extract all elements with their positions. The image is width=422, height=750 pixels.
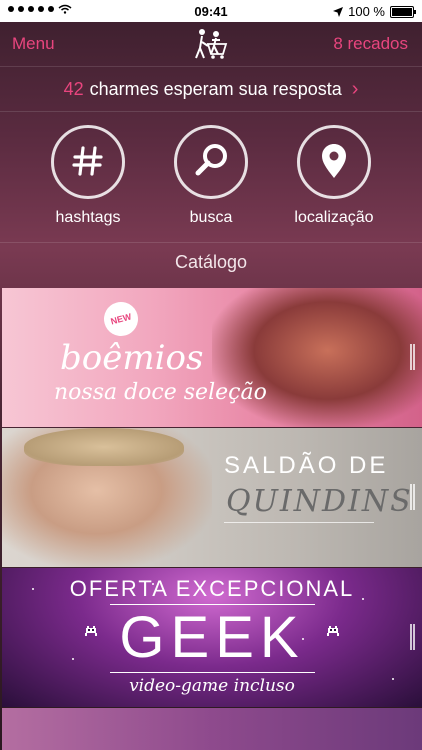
space-invader-icon <box>85 626 97 636</box>
banner-subtitle: QUINDINS <box>226 484 413 519</box>
charmes-banner[interactable]: 42 charmes esperam sua resposta › <box>0 66 422 112</box>
banner-photo <box>212 288 422 427</box>
banner-ornament <box>224 522 374 523</box>
banner-geek[interactable]: OFERTA EXCEPCIONAL GEEK video-game inclu… <box>2 568 422 707</box>
status-bar: 09:41 100 % <box>0 0 422 22</box>
location-arrow-icon <box>333 6 344 17</box>
banner-title: SALDÃO DE <box>224 452 389 479</box>
banner-title: boêmios <box>60 338 204 378</box>
hashtag-icon <box>51 125 125 199</box>
banner-subtitle: nossa doce seleção <box>54 380 267 405</box>
busca-action[interactable]: busca <box>151 125 271 227</box>
magnifier-icon <box>174 125 248 199</box>
banner-main-text: GEEK <box>119 605 305 670</box>
localizacao-action[interactable]: localização <box>274 125 394 227</box>
hashtags-action[interactable]: hashtags <box>28 125 148 227</box>
charmes-count: 42 <box>63 78 84 99</box>
space-invader-icon <box>327 626 339 636</box>
location-pin-icon <box>297 125 371 199</box>
banner-rule-bottom <box>110 672 315 673</box>
localizacao-label: localização <box>294 209 374 226</box>
catalog-title: Catálogo <box>174 252 248 272</box>
banner-title: OFERTA EXCEPCIONAL <box>69 576 355 601</box>
chevron-right-icon: › <box>351 77 359 100</box>
recados-button[interactable]: 8 recados <box>333 34 408 54</box>
menu-button[interactable]: Menu <box>12 34 55 54</box>
hashtags-label: hashtags <box>55 209 121 226</box>
charmes-text: charmes esperam sua resposta <box>89 78 342 99</box>
nav-bar: Menu 8 recados <box>0 22 422 66</box>
drag-handle-icon[interactable] <box>410 624 416 650</box>
banner-boemios[interactable]: NEW boêmios nossa doce seleção <box>2 288 422 427</box>
status-right: 100 % <box>333 4 416 19</box>
divider <box>0 242 422 243</box>
battery-percent: 100 % <box>348 4 385 19</box>
quick-actions: hashtags busca localização <box>0 125 422 235</box>
drag-handle-icon[interactable] <box>410 344 416 370</box>
banner-saldao-quindins[interactable]: SALDÃO DE QUINDINS <box>2 428 422 567</box>
new-badge: NEW <box>100 298 142 340</box>
couple-logo-icon[interactable] <box>192 28 228 60</box>
banner-next[interactable] <box>2 708 422 750</box>
drag-handle-icon[interactable] <box>410 484 416 510</box>
busca-label: busca <box>189 209 233 226</box>
banner-photo-hair <box>24 428 184 466</box>
battery-icon <box>390 5 416 18</box>
banner-subtitle: video-game incluso <box>129 676 295 696</box>
